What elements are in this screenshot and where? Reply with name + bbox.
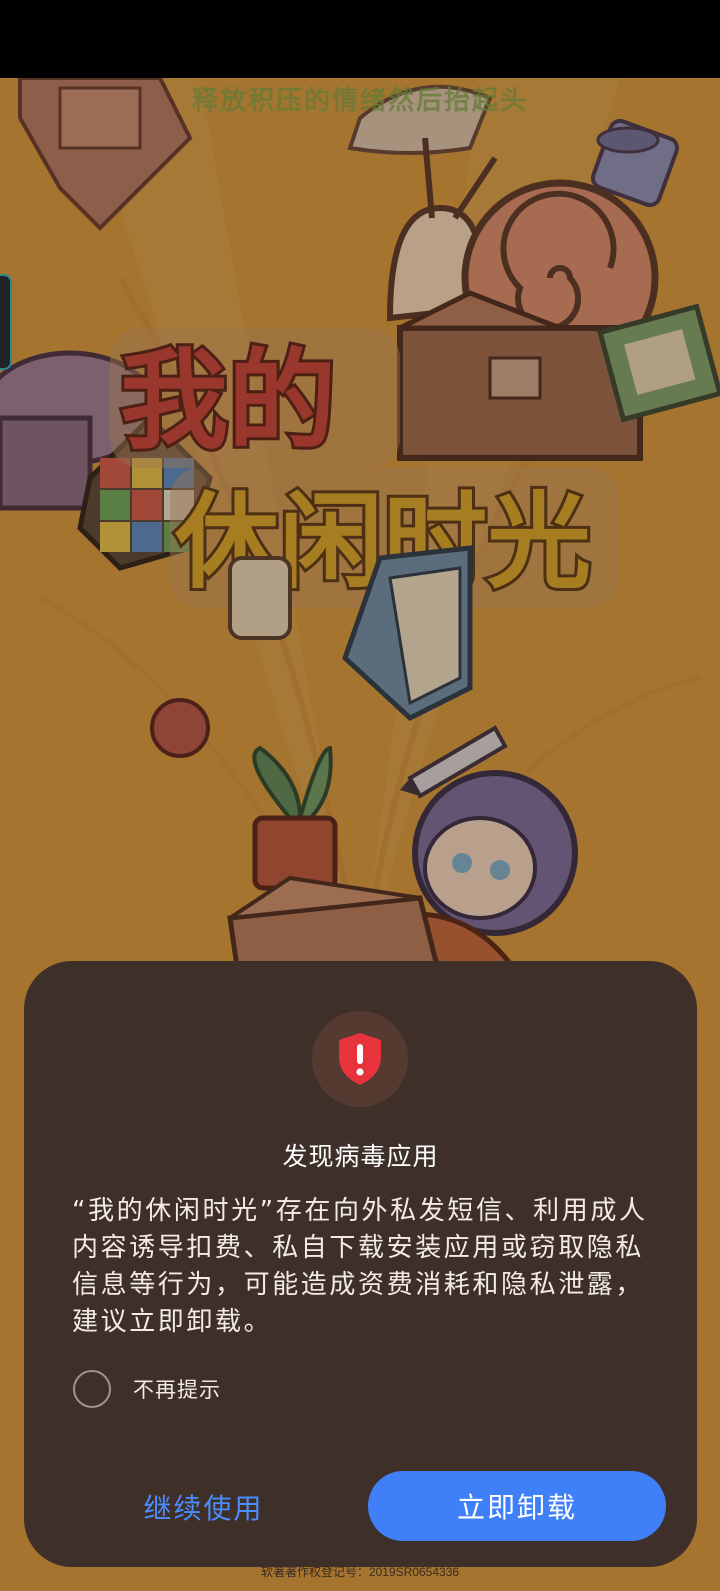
dialog-title: 发现病毒应用	[282, 1142, 439, 1171]
status-bar	[0, 0, 720, 78]
continue-using-button[interactable]: 继续使用	[111, 1473, 296, 1541]
dont-remind-checkbox[interactable]	[73, 1370, 111, 1408]
shield-alert-icon	[339, 1033, 381, 1085]
dialog-message: “我的休闲时光”存在向外私发短信、利用成人内容诱导扣费、私自下载安装应用或窃取隐…	[72, 1196, 648, 1337]
uninstall-now-button[interactable]: 立即卸载	[368, 1471, 666, 1541]
shield-alert-badge	[312, 1011, 408, 1107]
dont-remind-option[interactable]: 不再提示	[73, 1369, 221, 1409]
dont-remind-label: 不再提示	[133, 1378, 221, 1402]
